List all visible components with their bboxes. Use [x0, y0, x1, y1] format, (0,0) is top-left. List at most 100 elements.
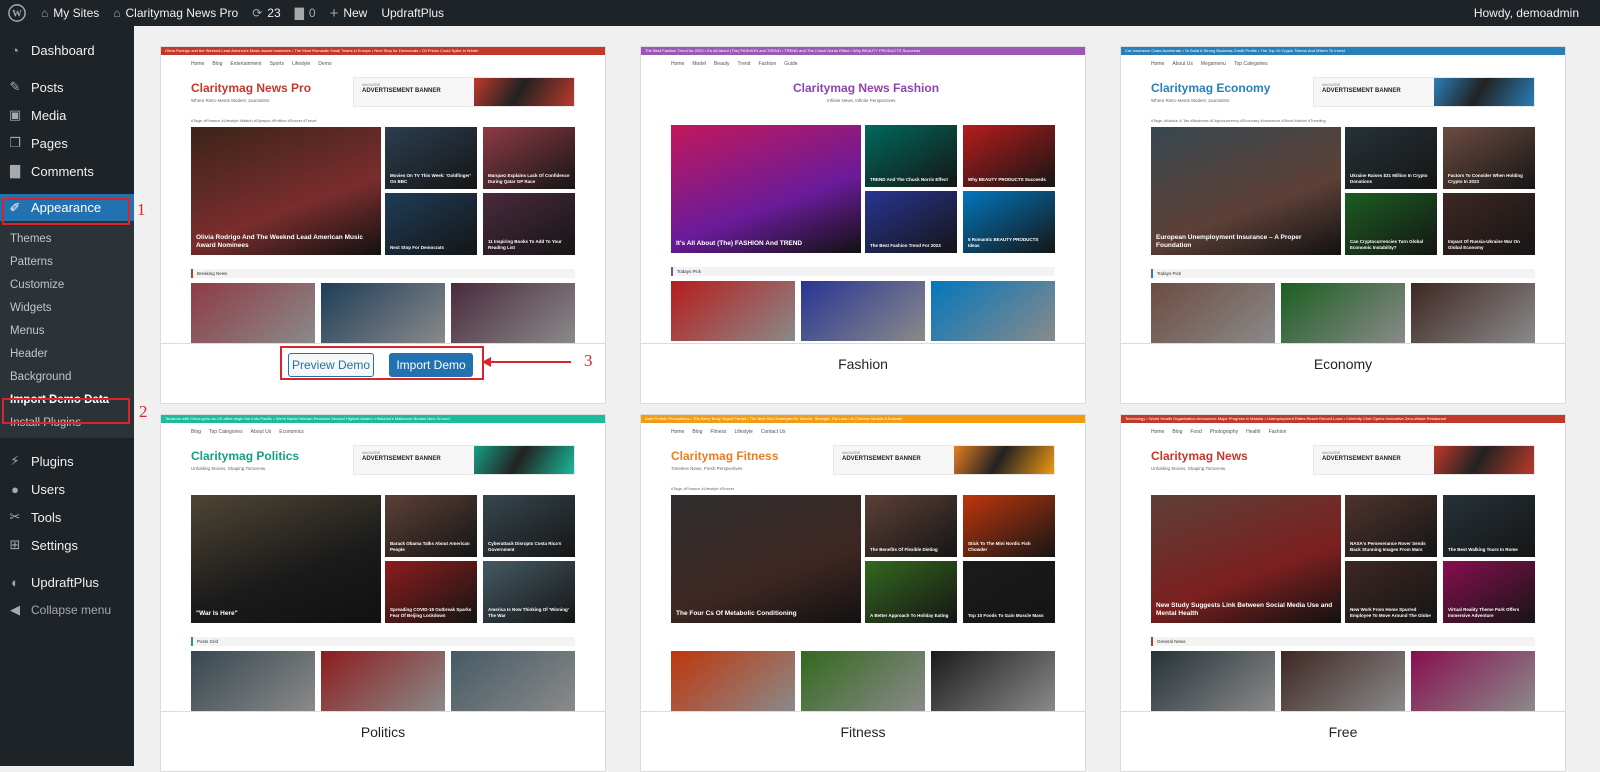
demo-preview-screenshot[interactable]: Tensions with China grow as US allies be… — [161, 415, 605, 711]
demo-side-image: The Benefits Of Flexible Dieting — [865, 495, 957, 557]
collapse-menu[interactable]: ◀ Collapse menu — [0, 596, 134, 624]
ad-text: ADVERTISEMENT BANNER — [362, 456, 441, 462]
demo-name-label: Free — [1121, 711, 1565, 751]
my-sites-menu[interactable]: ⌂ My Sites — [34, 0, 106, 26]
demo-site-title: Claritymag Economy — [1151, 81, 1271, 95]
demo-nav-item: Economics — [279, 429, 304, 435]
demo-card[interactable]: Car Insurance Costs Accelerate • To Buil… — [1120, 46, 1566, 404]
home-network-icon: ⌂ — [41, 6, 49, 20]
demo-preview-screenshot[interactable]: Car Insurance Costs Accelerate • To Buil… — [1121, 47, 1565, 343]
import-demo-button[interactable]: Import Demo — [389, 353, 473, 377]
submenu-themes[interactable]: Themes — [0, 227, 134, 250]
menu-plugins[interactable]: ⚡ Plugins — [0, 447, 134, 475]
submenu-patterns[interactable]: Patterns — [0, 250, 134, 273]
demo-side-caption: Movies On TV This Week: 'Goldfinger' On … — [390, 173, 471, 184]
site-name-label: Claritymag News Pro — [125, 6, 239, 20]
demo-nav-item: Guide — [784, 61, 798, 67]
menu-updraftplus[interactable]: ◐ UpdraftPlus — [0, 568, 134, 596]
demo-side-caption: Top 10 Foods To Gain Muscle Mass — [968, 612, 1044, 618]
menu-users-label: Users — [31, 481, 65, 497]
demo-side-image: Impact Of Russia-Ukraine War On Global E… — [1443, 193, 1535, 255]
demo-actions-highlight: Preview Demo Import Demo — [280, 346, 484, 380]
demo-side-caption: Why BEAUTY PRODUCTS Succeeds — [968, 176, 1046, 182]
demo-ticker: Tensions with China grow as US allies be… — [161, 415, 605, 423]
demo-side-image: Movies On TV This Week: 'Goldfinger' On … — [385, 127, 477, 189]
demo-bottom-image — [321, 651, 445, 711]
demo-ticker: The Best Fashion Trend for 2023 • It's A… — [641, 47, 1085, 55]
demo-side-image: Stick To The Mini Nordic Fish Chowder — [963, 495, 1055, 557]
demo-preview-screenshot[interactable]: Dark Protein Precautions • The Berry Bod… — [641, 415, 1085, 711]
dashboard-icon: ◔ — [11, 42, 19, 58]
demo-side-image: Can Cryptocurrencies Turn Global Economi… — [1345, 193, 1437, 255]
demo-side-caption: A Better Approach To Holiday Eating — [870, 612, 949, 618]
comments-menu[interactable]: ▇ 0 — [288, 0, 323, 26]
media-icon: ▣ — [8, 107, 22, 122]
demo-main-caption: It's All About (The) FASHION And TREND — [676, 240, 803, 248]
submenu-background[interactable]: Background — [0, 365, 134, 388]
new-content-menu[interactable]: + New — [323, 0, 375, 26]
preview-demo-button[interactable]: Preview Demo — [288, 353, 374, 377]
menu-updraftplus-label: UpdraftPlus — [31, 574, 99, 590]
demo-side-caption: Barack Obama Talks About American People — [390, 541, 470, 552]
menu-media[interactable]: ▣ Media — [0, 101, 134, 129]
demo-preview-screenshot[interactable]: Olivia Rodrigo and the Weeknd Lead Ameri… — [161, 47, 605, 343]
demo-side-caption: 5 Romantic BEAUTY PRODUCTS Ideas — [968, 237, 1039, 248]
demo-card[interactable]: Technology • World Health Organisation A… — [1120, 414, 1566, 772]
demo-ticker: Olivia Rodrigo and the Weeknd Lead Ameri… — [161, 47, 605, 55]
svg-text:W: W — [12, 9, 22, 20]
my-account-menu[interactable]: Howdy, demoadmin — [1467, 0, 1586, 26]
demo-bottom-image — [451, 283, 575, 343]
collapse-icon: ◀ — [10, 602, 20, 617]
demo-bottom-image — [451, 651, 575, 711]
demo-main-image: Olivia Rodrigo And The Weeknd Lead Ameri… — [191, 127, 381, 255]
menu-pages[interactable]: ❐ Pages — [0, 129, 134, 157]
demo-tagline: Unfolding Stories, Shaping Tomorrow — [1151, 466, 1226, 471]
updraftplus-menu[interactable]: UpdraftPlus — [374, 0, 451, 26]
demo-tags: #Tags: #Advice & Tax #Business #Cryptocu… — [1151, 118, 1326, 123]
demo-card[interactable]: Tensions with China grow as US allies be… — [160, 414, 606, 772]
ad-sub: MAGAZINE — [362, 451, 381, 455]
demo-side-caption: Ukraine Raises $31 Million In Crypto Don… — [1350, 173, 1428, 184]
menu-comments[interactable]: ▇ Comments — [0, 157, 134, 185]
demo-tagline: Unfolding Stories, Shaping Tomorrow — [191, 466, 266, 471]
admin-sidebar: ◔ Dashboard ✎ Posts ▣ Media ❐ Pages ▇ Comment… — [0, 26, 134, 766]
demo-side-image: Why BEAUTY PRODUCTS Succeeds — [963, 125, 1055, 187]
wrench-icon: ✂ — [9, 509, 21, 524]
site-name-menu[interactable]: ⌂ Claritymag News Pro — [106, 0, 245, 26]
demo-section-heading: Posts Grid — [191, 637, 575, 646]
submenu-header[interactable]: Header — [0, 342, 134, 365]
demo-side-image: TREND And The Chuck Norris Effect — [865, 125, 957, 187]
demo-tags: #Tags: #Finance #Lifestyle #Match #Olymp… — [191, 118, 317, 123]
advertisement-banner: MAGAZINE ADVERTISEMENT BANNER — [1313, 77, 1535, 107]
demo-nav-item: Blog — [191, 429, 202, 435]
comments-count: 0 — [308, 6, 316, 20]
submenu-menus[interactable]: Menus — [0, 319, 134, 342]
submenu-customize[interactable]: Customize — [0, 273, 134, 296]
menu-dashboard[interactable]: ◔ Dashboard — [0, 36, 134, 64]
demo-bottom-image — [931, 651, 1055, 711]
menu-users[interactable]: ● Users — [0, 475, 134, 503]
demo-side-image: Spreading COVID-19 Outbreak Sparks Fear … — [385, 561, 477, 623]
advertisement-banner: MAGAZINE ADVERTISEMENT BANNER — [833, 445, 1055, 475]
demo-card[interactable]: The Best Fashion Trend for 2023 • It's A… — [640, 46, 1086, 404]
demo-bottom-image — [801, 651, 925, 711]
updraftplus-label: UpdraftPlus — [381, 6, 445, 20]
settings-icon: ⊞ — [9, 537, 21, 552]
demo-preview-screenshot[interactable]: The Best Fashion Trend for 2023 • It's A… — [641, 47, 1085, 343]
demo-nav: Blog Top Categories About Us Economics — [191, 427, 575, 437]
ad-text: ADVERTISEMENT BANNER — [1322, 456, 1401, 462]
demo-nav-item: About Us — [1172, 61, 1193, 67]
demo-preview-screenshot[interactable]: Technology • World Health Organisation A… — [1121, 415, 1565, 711]
wordpress-logo-icon[interactable]: W — [0, 0, 34, 26]
menu-tools[interactable]: ✂ Tools — [0, 503, 134, 531]
demo-card[interactable]: Dark Protein Precautions • The Berry Bod… — [640, 414, 1086, 772]
submenu-widgets[interactable]: Widgets — [0, 296, 134, 319]
menu-posts[interactable]: ✎ Posts — [0, 73, 134, 101]
demo-side-image: New Work From Home Spurred Employee To M… — [1345, 561, 1437, 623]
demo-nav-item: Top Categories — [1233, 61, 1268, 67]
menu-settings[interactable]: ⊞ Settings — [0, 531, 134, 559]
demo-side-image: America Is Now Thinking Of 'Winning' The… — [483, 561, 575, 623]
demo-site-title: Claritymag News Fashion — [793, 81, 940, 95]
updates-menu[interactable]: ⟳ 23 — [245, 0, 287, 26]
demo-bottom-image — [1281, 283, 1405, 343]
